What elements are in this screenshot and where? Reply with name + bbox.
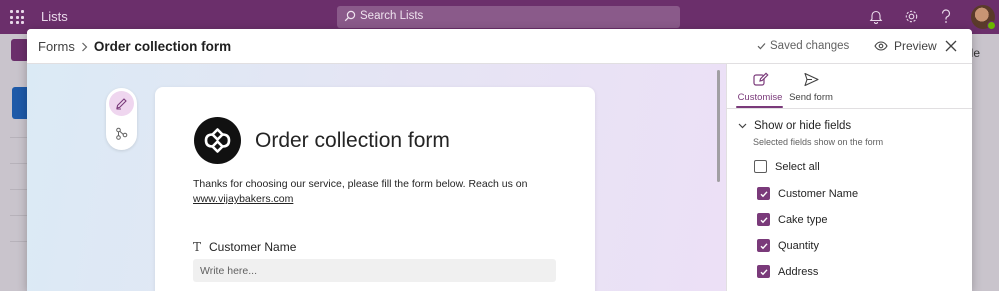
preview-button[interactable]: Preview — [874, 39, 937, 53]
question-label: T Customer Name — [193, 240, 296, 254]
chevron-down-icon — [738, 123, 747, 129]
tab-customise-label: Customise — [737, 92, 783, 103]
form-canvas: Order collection form Thanks for choosin… — [27, 64, 726, 291]
check-icon — [757, 43, 766, 50]
presence-indicator — [987, 21, 996, 30]
question-label-text: Customer Name — [209, 240, 297, 254]
breadcrumb: Forms Order collection form — [38, 39, 231, 54]
check-icon — [760, 191, 768, 198]
saved-status-text: Saved changes — [770, 40, 850, 52]
field-label: Customer Name — [778, 187, 859, 200]
form-description-text: Thanks for choosing our service, please … — [193, 178, 528, 190]
tab-send-form-label: Send form — [789, 92, 833, 103]
edit-icon — [752, 72, 769, 86]
field-label: Cake type — [778, 213, 828, 226]
tab-send-form[interactable]: Send form — [786, 71, 836, 103]
dialog-header: Forms Order collection form Saved change… — [27, 29, 972, 64]
field-checkbox[interactable] — [757, 265, 770, 278]
search-placeholder: Search Lists — [360, 10, 424, 22]
select-all-checkbox-row[interactable]: Select all — [754, 160, 820, 173]
app-launcher-icon[interactable] — [10, 10, 24, 24]
field-checkbox[interactable] — [757, 213, 770, 226]
show-hide-section-toggle[interactable]: Show or hide fields — [738, 120, 851, 132]
select-all-checkbox[interactable] — [754, 160, 767, 173]
section-subtitle: Selected fields show on the form — [753, 137, 884, 147]
field-checkbox[interactable] — [757, 239, 770, 252]
select-all-label: Select all — [775, 160, 820, 173]
gear-icon[interactable] — [904, 9, 919, 24]
form-description[interactable]: Thanks for choosing our service, please … — [193, 177, 563, 207]
settings-panel: Customise Send form Show or hide fields … — [726, 64, 972, 291]
saved-status: Saved changes — [757, 40, 849, 52]
breadcrumb-current: Order collection form — [93, 39, 232, 54]
editor-toolbar — [106, 88, 137, 150]
branching-tool-button[interactable] — [109, 121, 134, 146]
edit-tool-button[interactable] — [109, 91, 134, 116]
canvas-scrollbar[interactable] — [717, 70, 720, 182]
text-field-icon: T — [193, 240, 202, 254]
bell-icon[interactable] — [869, 9, 883, 24]
field-label: Quantity — [778, 239, 819, 252]
search-box[interactable]: Search Lists — [337, 6, 680, 28]
avatar[interactable] — [971, 5, 996, 30]
field-checkbox-row[interactable]: Customer Name — [757, 187, 858, 200]
close-icon[interactable] — [944, 39, 958, 53]
eye-icon — [874, 41, 888, 51]
check-icon — [760, 269, 768, 276]
field-checkbox-row[interactable]: Quantity — [757, 239, 819, 252]
field-checkbox-row[interactable]: Cake type — [757, 213, 828, 226]
pencil-icon — [116, 98, 127, 110]
form-website-link[interactable]: www.vijaybakers.com — [193, 193, 293, 205]
customer-name-input[interactable] — [193, 259, 556, 282]
branch-icon — [116, 127, 128, 140]
field-checkbox-row[interactable]: Address — [757, 265, 818, 278]
send-icon — [803, 72, 819, 87]
section-title: Show or hide fields — [754, 120, 852, 132]
app-name[interactable]: Lists — [41, 9, 68, 24]
check-icon — [760, 217, 768, 224]
preview-label: Preview — [894, 39, 937, 53]
check-icon — [760, 243, 768, 250]
search-icon — [344, 10, 356, 22]
tab-customise[interactable]: Customise — [735, 71, 785, 103]
chevron-right-icon — [81, 42, 88, 51]
logo-knot-icon — [204, 128, 231, 153]
field-label: Address — [778, 265, 819, 278]
form-editor-dialog: Forms Order collection form Saved change… — [27, 29, 972, 291]
help-icon[interactable] — [940, 9, 952, 24]
breadcrumb-forms[interactable]: Forms — [38, 39, 75, 54]
form-logo[interactable] — [194, 117, 241, 164]
field-checkbox[interactable] — [757, 187, 770, 200]
panel-divider — [727, 108, 972, 109]
form-card: Order collection form Thanks for choosin… — [155, 87, 595, 291]
form-title[interactable]: Order collection form — [255, 129, 450, 153]
